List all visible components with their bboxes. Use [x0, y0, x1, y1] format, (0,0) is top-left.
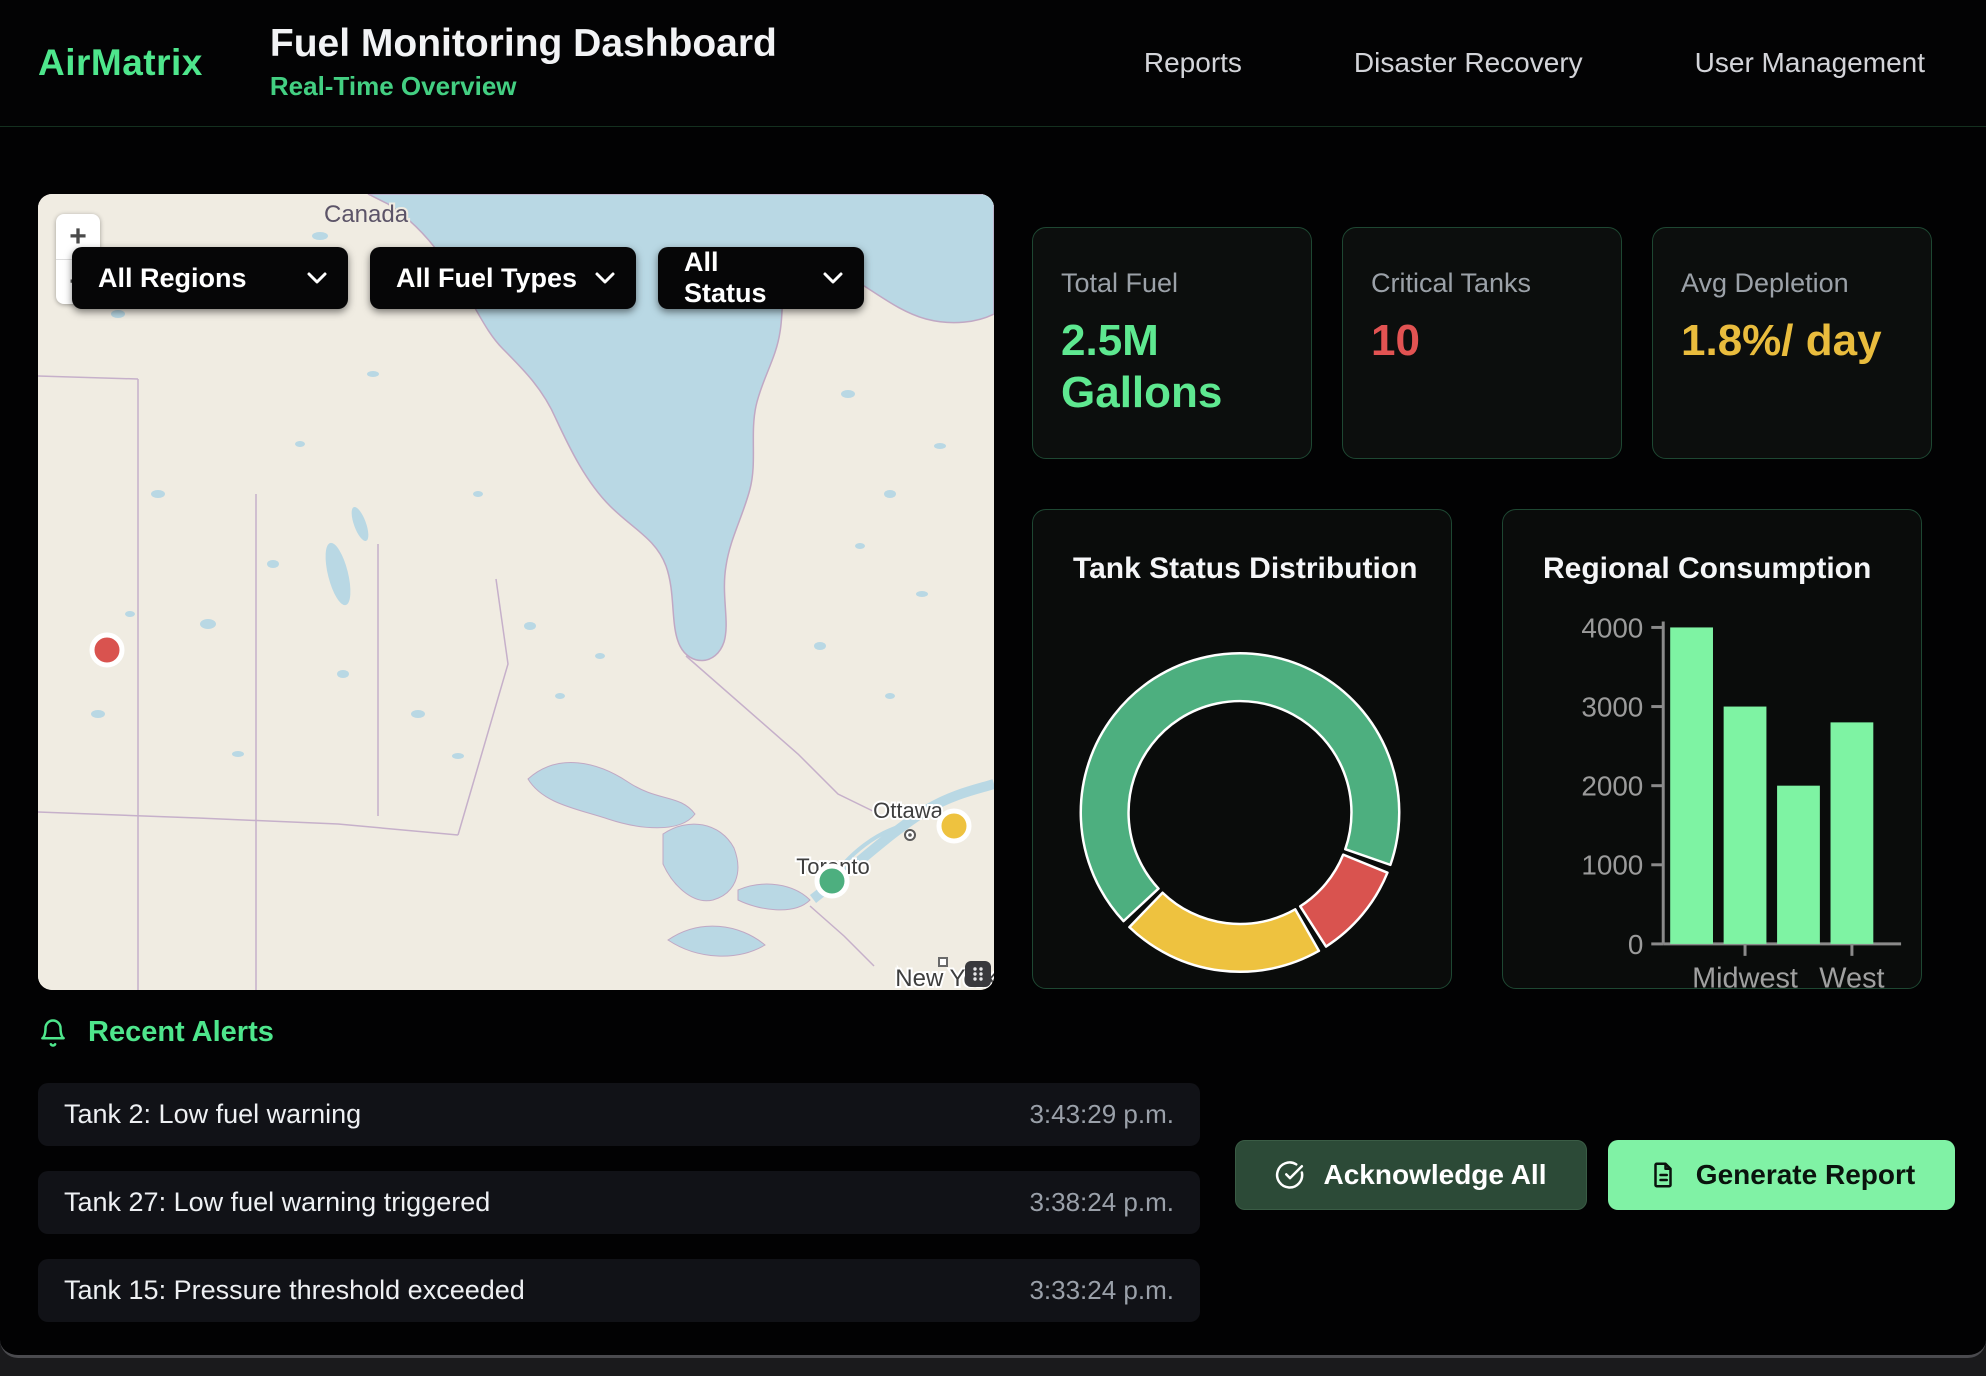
regional-consumption-bar-chart: 0 1000 2000 3000 4000 Midwest West: [1503, 510, 1921, 988]
chevron-down-icon: [594, 271, 616, 285]
stat-card-avg-depletion: Avg Depletion 1.8%/ day: [1652, 227, 1932, 459]
acknowledge-all-button[interactable]: Acknowledge All: [1235, 1140, 1587, 1210]
chart-cards: Tank Status Distribution Regional Consum…: [1032, 509, 1922, 989]
alert-timestamp: 3:33:24 p.m.: [1029, 1275, 1174, 1306]
tank-marker-normal[interactable]: [817, 866, 847, 896]
alert-timestamp: 3:38:24 p.m.: [1029, 1187, 1174, 1218]
x-tick-label: West: [1819, 963, 1884, 988]
y-tick-label: 3000: [1581, 692, 1643, 723]
x-tick-label: Midwest: [1692, 963, 1798, 988]
map-label-canada: Canada: [324, 201, 409, 228]
region-filter-value: All Regions: [98, 263, 247, 294]
alert-row[interactable]: Tank 2: Low fuel warning 3:43:29 p.m.: [38, 1083, 1200, 1146]
title-block: Fuel Monitoring Dashboard Real-Time Over…: [270, 24, 777, 102]
bar-region-1: [1724, 707, 1767, 944]
stat-card-total-fuel: Total Fuel 2.5M Gallons: [1032, 227, 1312, 459]
y-tick-label: 2000: [1581, 771, 1643, 802]
alert-message: Tank 2: Low fuel warning: [64, 1099, 361, 1130]
donut-segment-warning: [1129, 893, 1319, 972]
fuel-type-filter-value: All Fuel Types: [396, 263, 577, 294]
check-circle-icon: [1275, 1160, 1305, 1190]
bar-region-2: [1777, 786, 1820, 944]
alerts-title: Recent Alerts: [88, 1016, 274, 1049]
map-filters: All Regions All Fuel Types All Status: [72, 247, 864, 309]
acknowledge-all-label: Acknowledge All: [1323, 1159, 1546, 1191]
generate-report-button[interactable]: Generate Report: [1608, 1140, 1955, 1210]
stat-label: Critical Tanks: [1371, 268, 1621, 299]
fuel-type-filter-dropdown[interactable]: All Fuel Types: [370, 247, 636, 309]
alert-timestamp: 3:43:29 p.m.: [1029, 1099, 1174, 1130]
donut-segment-critical: [1300, 855, 1387, 947]
main-nav: Reports Disaster Recovery User Managemen…: [1144, 47, 1925, 79]
tank-status-donut-chart: [1033, 510, 1451, 988]
region-filter-dropdown[interactable]: All Regions: [72, 247, 348, 309]
stat-card-critical-tanks: Critical Tanks 10: [1342, 227, 1622, 459]
chevron-down-icon: [306, 271, 328, 285]
ottawa-city-dot-core: [908, 833, 912, 837]
alert-message: Tank 15: Pressure threshold exceeded: [64, 1275, 525, 1306]
tank-marker-warning[interactable]: [939, 811, 969, 841]
bell-icon: [38, 1018, 68, 1048]
file-text-icon: [1648, 1160, 1678, 1190]
y-tick-label: 0: [1628, 929, 1644, 960]
regional-consumption-card: Regional Consumption 01000200030004000Mi…: [1502, 509, 1922, 989]
action-buttons: Acknowledge All Generate Report: [1235, 1140, 1955, 1210]
nav-item-reports[interactable]: Reports: [1144, 47, 1242, 79]
bar-region-3: [1831, 722, 1874, 944]
grip-dots-icon: [970, 965, 986, 983]
bar-region-0: [1670, 627, 1713, 943]
stat-value: 1.8%/ day: [1681, 315, 1896, 367]
tank-marker-critical[interactable]: [92, 635, 122, 665]
chevron-down-icon: [822, 271, 844, 285]
alert-row[interactable]: Tank 27: Low fuel warning triggered 3:38…: [38, 1171, 1200, 1234]
alert-row[interactable]: Tank 15: Pressure threshold exceeded 3:3…: [38, 1259, 1200, 1322]
alerts-header: Recent Alerts: [38, 1016, 274, 1049]
header: AirMatrix Fuel Monitoring Dashboard Real…: [0, 0, 1986, 127]
alerts-list: Tank 2: Low fuel warning 3:43:29 p.m. Ta…: [38, 1083, 1200, 1347]
stat-value: 2.5M Gallons: [1061, 315, 1276, 419]
map-resize-handle[interactable]: [965, 961, 991, 987]
brand-logo[interactable]: AirMatrix: [38, 42, 203, 84]
status-filter-value: All Status: [684, 247, 806, 309]
tank-status-distribution-card: Tank Status Distribution: [1032, 509, 1452, 989]
page-title: Fuel Monitoring Dashboard: [270, 24, 777, 65]
stat-cards: Total Fuel 2.5M Gallons Critical Tanks 1…: [1032, 227, 1932, 459]
nav-item-disaster-recovery[interactable]: Disaster Recovery: [1354, 47, 1583, 79]
stat-label: Total Fuel: [1061, 268, 1311, 299]
page-subtitle: Real-Time Overview: [270, 71, 777, 102]
app-panel: AirMatrix Fuel Monitoring Dashboard Real…: [0, 0, 1986, 1358]
y-tick-label: 4000: [1581, 612, 1643, 643]
status-filter-dropdown[interactable]: All Status: [658, 247, 864, 309]
stat-label: Avg Depletion: [1681, 268, 1931, 299]
map-label-ottawa: Ottawa: [873, 798, 943, 823]
y-tick-label: 1000: [1581, 850, 1643, 881]
fuel-monitoring-dashboard: AirMatrix Fuel Monitoring Dashboard Real…: [0, 0, 1986, 1376]
map-canvas[interactable]: Canada Ottawa Toronto New York: [38, 194, 994, 990]
alert-message: Tank 27: Low fuel warning triggered: [64, 1187, 490, 1218]
map[interactable]: Canada Ottawa Toronto New York + − All: [38, 194, 994, 990]
generate-report-label: Generate Report: [1696, 1159, 1915, 1191]
nav-item-user-management[interactable]: User Management: [1695, 47, 1925, 79]
stat-value: 10: [1371, 315, 1586, 367]
